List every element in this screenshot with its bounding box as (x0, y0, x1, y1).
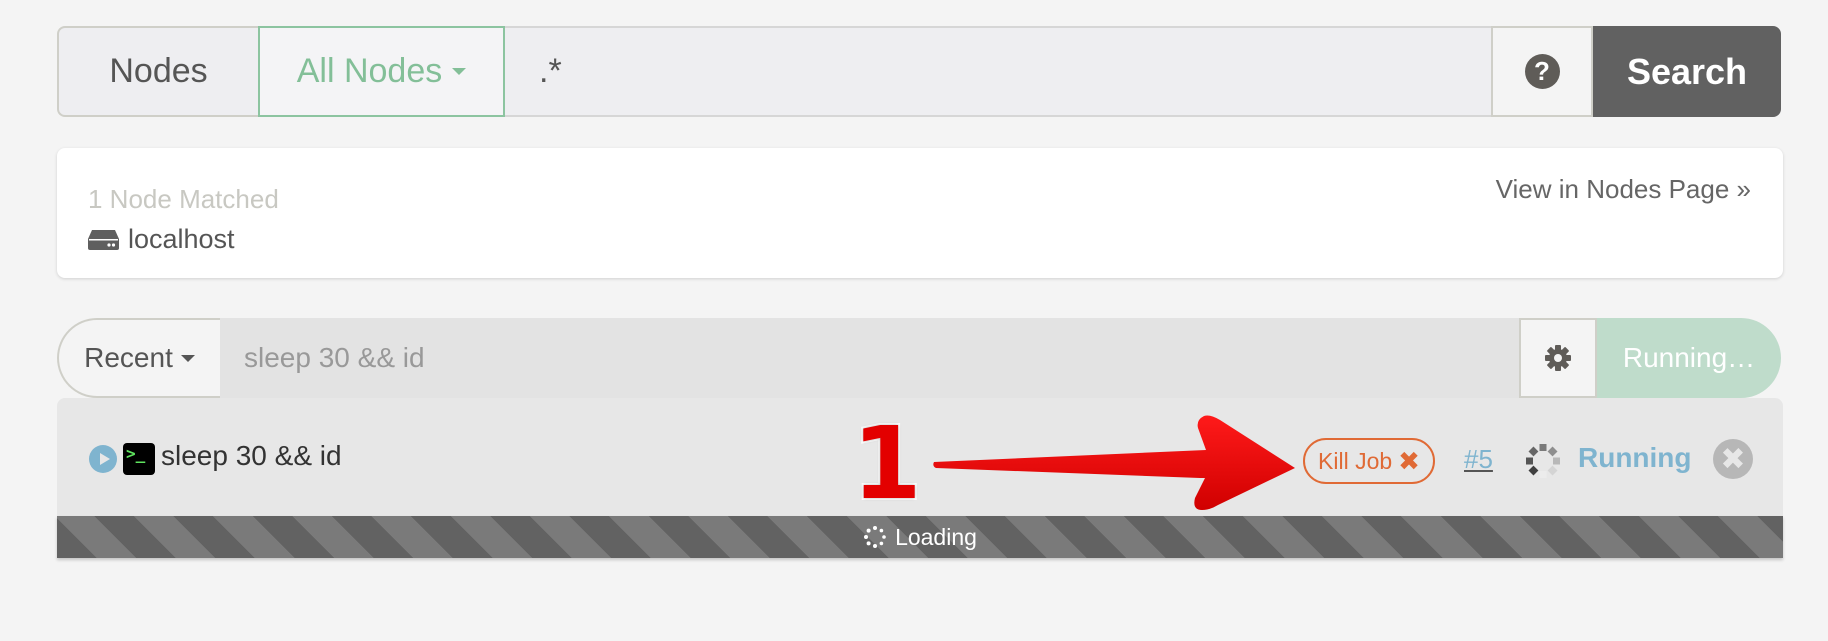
loading-progress-bar: Loading (57, 516, 1783, 558)
settings-button[interactable] (1519, 318, 1597, 398)
recent-commands-dropdown[interactable]: Recent (57, 318, 220, 398)
kill-job-label: Kill Job (1318, 447, 1393, 474)
close-icon: ✖ (1720, 442, 1746, 476)
chevron-down-icon (452, 68, 467, 75)
node-filter-dropdown-label: All Nodes (296, 52, 443, 90)
node-filter-input[interactable]: .* (505, 26, 1491, 117)
recent-label: Recent (84, 342, 173, 373)
terminal-icon: >_ (123, 443, 155, 475)
job-status: Running (1578, 442, 1692, 473)
node-filter-bar: Nodes All Nodes .* ? Search (57, 26, 1781, 117)
kill-job-button[interactable]: Kill Job ✖ (1303, 438, 1435, 484)
nodes-matched-panel: 1 Node Matched localhost View in Nodes P… (57, 148, 1783, 278)
annotation-step-number: 1 (850, 405, 924, 522)
search-button[interactable]: Search (1593, 26, 1781, 117)
job-command-text: sleep 30 && id (161, 440, 342, 471)
loading-spinner-icon (864, 526, 886, 548)
matched-node-item: localhost (88, 224, 235, 255)
annotation-arrow-icon (933, 415, 1295, 510)
node-name: localhost (128, 224, 235, 254)
command-input[interactable]: sleep 30 && id (220, 318, 1519, 398)
question-circle-icon: ? (1524, 54, 1560, 89)
view-in-nodes-page-link[interactable]: View in Nodes Page » (1496, 174, 1751, 205)
loading-text: Loading (895, 523, 977, 550)
nodes-matched-count: 1 Node Matched (88, 184, 279, 214)
chevron-down-icon (180, 354, 195, 362)
spinner-icon (1526, 444, 1560, 478)
nodes-scope-label: Nodes (57, 26, 258, 117)
job-number-link[interactable]: #5 (1464, 444, 1493, 475)
dismiss-job-button[interactable]: ✖ (1713, 439, 1753, 479)
play-circle-icon (89, 445, 117, 473)
hdd-icon (88, 229, 119, 250)
gear-icon (1545, 345, 1571, 371)
run-button: Running… (1597, 318, 1781, 398)
command-bar: Recent sleep 30 && id Running… (57, 318, 1781, 398)
help-button[interactable]: ? (1491, 26, 1593, 117)
close-icon: ✖ (1398, 445, 1420, 476)
node-filter-dropdown[interactable]: All Nodes (258, 26, 505, 117)
